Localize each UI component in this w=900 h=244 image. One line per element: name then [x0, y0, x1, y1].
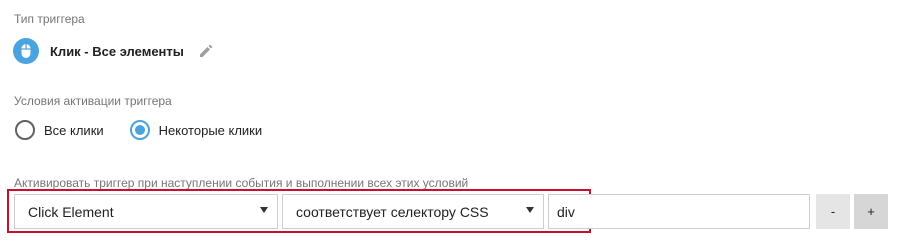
remove-condition-button[interactable]: - [816, 194, 850, 229]
radio-all-clicks[interactable]: Все клики [14, 119, 104, 141]
trigger-type-label: Тип триггера [14, 12, 85, 26]
conditions-radio-group: Все клики Некоторые клики [14, 119, 262, 141]
value-input[interactable] [548, 194, 810, 229]
radio-all-clicks-label: Все клики [44, 122, 104, 138]
conditions-label: Условия активации триггера [14, 94, 172, 108]
fire-rules-label: Активировать триггер при наступлении соб… [14, 176, 469, 190]
dropdown-arrow-icon [260, 207, 268, 213]
mouse-icon [13, 38, 39, 64]
radio-some-clicks-label: Некоторые клики [158, 122, 263, 138]
operator-select-value: соответствует селектору CSS [296, 203, 489, 220]
dropdown-arrow-icon [526, 207, 534, 213]
operator-select[interactable]: соответствует селектору CSS [282, 194, 544, 229]
trigger-type-name: Клик - Все элементы [50, 43, 184, 59]
trigger-type-row: Клик - Все элементы [13, 38, 214, 64]
add-condition-button[interactable]: + [854, 194, 888, 229]
radio-checked-icon [129, 120, 150, 140]
radio-unchecked-icon [15, 120, 35, 140]
pencil-icon[interactable] [198, 43, 214, 59]
radio-some-clicks[interactable]: Некоторые клики [129, 119, 262, 141]
variable-select-value: Click Element [28, 203, 114, 220]
variable-select[interactable]: Click Element [14, 194, 278, 229]
